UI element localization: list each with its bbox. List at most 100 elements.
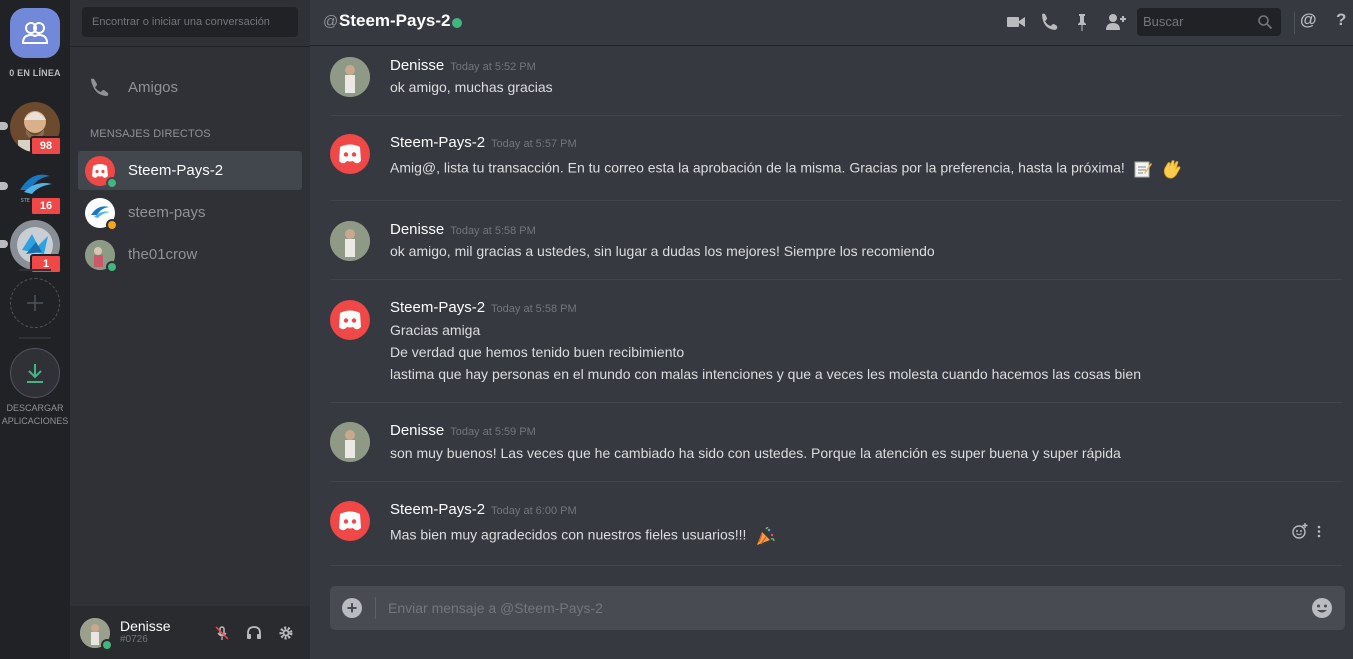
unread-pill: [0, 240, 8, 248]
sidebar-divider: [70, 46, 310, 47]
friends-nav-item[interactable]: Amigos: [78, 68, 302, 106]
server-icon-3[interactable]: 1: [0, 220, 62, 274]
online-status-dot: [106, 260, 118, 273]
message-timestamp: Today at 5:59 PM: [450, 426, 536, 438]
the01crow-avatar: [85, 239, 118, 273]
mention-badge: 16: [30, 196, 62, 216]
message-author[interactable]: Steem-Pays-2 Today at 6:00 PM: [390, 501, 577, 518]
message-text: Gracias amiga: [390, 322, 481, 338]
find-conversation-input[interactable]: Encontrar o iniciar una conversación: [82, 7, 298, 37]
message-timestamp: Today at 5:57 PM: [491, 138, 577, 150]
dm-name: the01crow: [128, 246, 198, 263]
message-input[interactable]: Enviar mensaje a @Steem-Pays-2: [388, 600, 603, 616]
discord-logo-icon: [85, 155, 118, 189]
home-friends-button[interactable]: [10, 8, 60, 58]
video-call-icon[interactable]: [1006, 12, 1026, 32]
message-composer[interactable]: + Enviar mensaje a @Steem-Pays-2: [330, 586, 1345, 630]
friends-icon: [21, 22, 49, 44]
server-rail: 0 EN LÍNEA 98 STEEMPAYS 16: [0, 0, 70, 659]
friends-wave-icon: [91, 78, 109, 96]
dm-item-steem-pays[interactable]: steem-pays: [78, 193, 302, 232]
discord-logo-icon[interactable]: [330, 300, 370, 340]
rail-divider: [19, 269, 51, 271]
author-name[interactable]: Steem-Pays-2: [390, 501, 485, 518]
server-icon-steempays[interactable]: STEEMPAYS 16: [0, 162, 62, 216]
user-avatar[interactable]: [80, 617, 113, 651]
mention-badge: 1: [30, 254, 62, 274]
mention-badge: 98: [30, 136, 62, 156]
message-author[interactable]: Denisse Today at 5:52 PM: [390, 57, 536, 74]
message-author[interactable]: Steem-Pays-2 Today at 5:58 PM: [390, 299, 577, 316]
message-text: ok amigo, muchas gracias: [390, 79, 553, 95]
download-apps-button[interactable]: [10, 348, 60, 398]
direct-messages-header: MENSAJES DIRECTOS: [90, 128, 211, 140]
pinned-messages-icon[interactable]: [1072, 12, 1092, 32]
voice-call-icon[interactable]: [1039, 12, 1059, 32]
message-divider: [330, 565, 1343, 566]
download-apps-label: DESCARGAR APLICACIONES: [0, 402, 70, 428]
author-name[interactable]: Steem-Pays-2: [390, 299, 485, 316]
plus-icon: [27, 295, 43, 311]
more-options-icon[interactable]: [1316, 523, 1322, 539]
unread-pill: [0, 122, 8, 130]
message-text: Amig@, lista tu transacción. En tu corre…: [390, 158, 1183, 180]
message-text-content: Mas bien muy agradecidos con nuestros fi…: [390, 526, 747, 543]
add-reaction-icon[interactable]: [1292, 523, 1308, 539]
dm-item-the01crow[interactable]: the01crow: [78, 235, 302, 274]
author-name[interactable]: Denisse: [390, 221, 444, 238]
memo-emoji-icon: [1134, 161, 1152, 178]
message-author[interactable]: Denisse Today at 5:59 PM: [390, 422, 536, 439]
dm-name: Steem-Pays-2: [128, 162, 224, 179]
online-status-dot: [106, 176, 118, 189]
waving-hand-emoji-icon: [1163, 160, 1180, 179]
message-timestamp: Today at 5:58 PM: [491, 303, 577, 315]
message-divider: [330, 402, 1343, 403]
discord-logo-icon[interactable]: [330, 134, 370, 174]
author-name[interactable]: Steem-Pays-2: [390, 134, 485, 151]
rail-divider: [19, 337, 51, 339]
denisse-avatar[interactable]: [330, 422, 370, 462]
dm-sidebar: Encontrar o iniciar una conversación Ami…: [70, 0, 310, 659]
headphones-icon[interactable]: [246, 625, 264, 641]
dm-item-steem-pays-2[interactable]: Steem-Pays-2: [78, 151, 302, 190]
message-text: ok amigo, mil gracias a ustedes, sin lug…: [390, 243, 935, 259]
idle-status-dot: [106, 218, 118, 231]
search-placeholder: Buscar: [1143, 14, 1184, 29]
download-label-line1: DESCARGAR: [6, 403, 64, 413]
header-search-input[interactable]: Buscar: [1137, 8, 1281, 36]
message-text: De verdad que hemos tenido buen recibimi…: [390, 344, 685, 360]
username: Denisse: [120, 618, 171, 634]
denisse-avatar[interactable]: [330, 221, 370, 261]
steempays-avatar: [85, 197, 118, 231]
mentions-icon[interactable]: @: [1300, 10, 1317, 30]
message-timestamp: Today at 5:52 PM: [450, 61, 536, 73]
add-friend-to-dm-icon[interactable]: [1105, 12, 1126, 32]
denisse-avatar[interactable]: [330, 57, 370, 97]
friends-label: Amigos: [128, 78, 179, 96]
server-icon-1[interactable]: 98: [0, 102, 62, 156]
at-symbol: @: [323, 13, 339, 30]
message-text: lastima que hay personas en el mundo con…: [390, 366, 1141, 382]
message-divider: [330, 481, 1343, 482]
discord-logo-icon[interactable]: [330, 501, 370, 541]
message-text-content: Amig@, lista tu transacción. En tu corre…: [390, 159, 1125, 176]
help-icon[interactable]: ?: [1336, 10, 1346, 30]
settings-gear-icon[interactable]: [278, 625, 296, 641]
party-popper-emoji-icon: [757, 527, 775, 545]
emoji-picker-icon[interactable]: [1311, 597, 1333, 619]
user-panel: Denisse #0726: [70, 606, 310, 659]
message-timestamp: Today at 6:00 PM: [491, 505, 577, 517]
search-icon: [1258, 15, 1273, 30]
chat-header: @ Steem-Pays-2 Buscar @ ?: [310, 0, 1353, 46]
mute-microphone-icon[interactable]: [214, 625, 232, 641]
message-divider: [330, 279, 1343, 280]
upload-plus-icon[interactable]: +: [342, 598, 362, 618]
add-server-button[interactable]: [10, 278, 60, 328]
author-name[interactable]: Denisse: [390, 422, 444, 439]
message-actions: [1292, 523, 1322, 539]
author-name[interactable]: Denisse: [390, 57, 444, 74]
download-icon: [27, 364, 43, 383]
message-author[interactable]: Denisse Today at 5:58 PM: [390, 221, 536, 238]
message-author[interactable]: Steem-Pays-2 Today at 5:57 PM: [390, 134, 577, 151]
header-divider: [1294, 12, 1295, 34]
